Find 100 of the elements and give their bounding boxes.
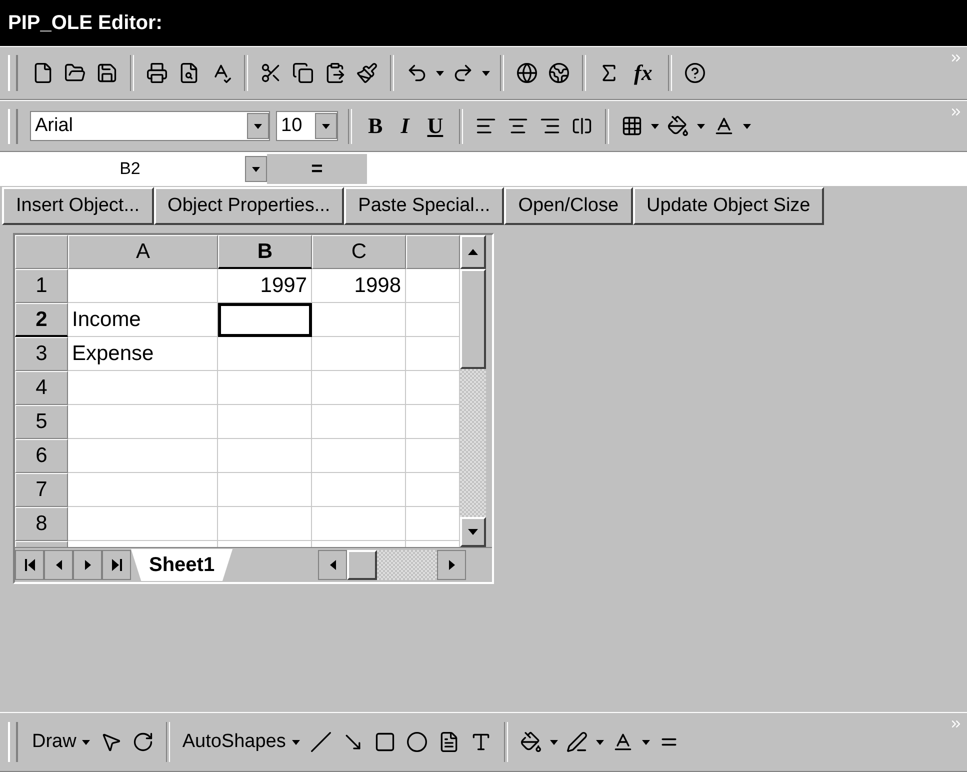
dropdown-button[interactable] <box>315 113 337 139</box>
scroll-thumb[interactable] <box>460 269 486 369</box>
table-cell[interactable] <box>68 439 218 473</box>
print-button[interactable] <box>144 60 170 86</box>
table-cell[interactable] <box>312 439 406 473</box>
caret-icon <box>82 740 90 744</box>
command-button[interactable]: Open/Close <box>504 187 633 225</box>
caret-icon <box>482 70 490 76</box>
caret-icon <box>292 740 300 744</box>
row-header[interactable]: 5 <box>15 405 68 439</box>
table-cell[interactable] <box>68 507 218 541</box>
caret-icon <box>697 124 706 128</box>
draw-menu-button[interactable]: Draw <box>30 729 92 755</box>
scroll-left-button[interactable] <box>318 550 347 580</box>
table-cell[interactable] <box>218 371 312 405</box>
web-toolbar-icon <box>548 62 570 84</box>
table-cell[interactable] <box>218 507 312 541</box>
redo-icon <box>452 62 474 84</box>
right-arrow-icon <box>446 559 456 571</box>
table-cell[interactable] <box>68 405 218 439</box>
row-header[interactable]: 8 <box>15 507 68 541</box>
column-header[interactable]: B <box>218 235 312 269</box>
row-header[interactable]: 7 <box>15 473 68 507</box>
preview-icon <box>178 62 200 84</box>
scroll-right-button[interactable] <box>437 550 466 580</box>
table-cell[interactable] <box>312 405 406 439</box>
toolbar-grip[interactable] <box>8 722 18 762</box>
print-icon <box>146 62 168 84</box>
sheet-tab[interactable]: Sheet1 <box>131 549 233 581</box>
table-cell[interactable] <box>68 269 218 303</box>
column-header[interactable]: A <box>68 235 218 269</box>
command-button[interactable]: Paste Special... <box>344 187 504 225</box>
web-button[interactable] <box>514 60 540 86</box>
caret-icon <box>254 124 262 128</box>
scroll-thumb[interactable] <box>347 550 377 580</box>
table-cell[interactable] <box>218 405 312 439</box>
row-header[interactable]: 2 <box>15 303 68 337</box>
last-icon <box>112 559 122 571</box>
table-cell[interactable] <box>312 507 406 541</box>
table-cell[interactable] <box>312 371 406 405</box>
table-cell[interactable]: 1998 <box>312 269 406 303</box>
bold-button[interactable]: B <box>362 113 389 139</box>
size-field[interactable]: 10 <box>276 111 338 141</box>
table-cell[interactable]: Expense <box>68 337 218 371</box>
command-button[interactable]: Object Properties... <box>154 187 344 225</box>
format-painter-button[interactable] <box>354 60 380 86</box>
table-cell[interactable] <box>218 303 312 337</box>
fill-color-icon <box>667 115 690 137</box>
caret-icon <box>322 124 330 128</box>
caret-icon <box>642 740 650 744</box>
first-sheet-button[interactable] <box>15 550 44 580</box>
table-cell[interactable]: 1997 <box>218 269 312 303</box>
first-icon <box>24 559 34 571</box>
toolbar-grip[interactable] <box>8 108 18 144</box>
scroll-up-button[interactable] <box>460 235 486 269</box>
new-icon <box>32 62 54 84</box>
name-box[interactable]: B2 <box>15 154 245 184</box>
row-header[interactable]: 3 <box>15 337 68 371</box>
previous-sheet-button[interactable] <box>44 550 73 580</box>
table-cell[interactable] <box>218 439 312 473</box>
command-button[interactable]: Insert Object... <box>2 187 154 225</box>
row-header[interactable]: 4 <box>15 371 68 405</box>
column-header[interactable] <box>406 235 460 269</box>
table-cell[interactable]: Income <box>68 303 218 337</box>
equals-button[interactable]: = <box>267 154 367 184</box>
free-rotate-icon <box>132 731 154 753</box>
table-cell[interactable] <box>312 303 406 337</box>
next-sheet-button[interactable] <box>73 550 102 580</box>
last-sheet-button[interactable] <box>102 550 131 580</box>
table-cell[interactable] <box>218 337 312 371</box>
table-cell[interactable] <box>312 337 406 371</box>
oval-icon <box>406 731 428 753</box>
italic-button[interactable]: I <box>394 113 416 139</box>
cut-icon <box>260 62 282 84</box>
table-cell[interactable] <box>312 473 406 507</box>
font-field[interactable]: Arial <box>30 111 270 141</box>
table-cell[interactable] <box>68 371 218 405</box>
autoshapes-menu-button[interactable]: AutoShapes <box>180 729 302 755</box>
column-header[interactable]: C <box>312 235 406 269</box>
dropdown-button[interactable] <box>247 113 269 139</box>
format-painter-icon <box>356 62 378 84</box>
command-button[interactable]: Update Object Size <box>632 187 824 225</box>
scroll-down-button[interactable] <box>460 517 486 547</box>
corner-cell[interactable] <box>15 235 68 269</box>
table-cell[interactable] <box>218 473 312 507</box>
dropdown-button[interactable] <box>245 156 267 182</box>
function-button[interactable]: fx <box>628 60 658 86</box>
right-arrow-icon <box>82 559 92 571</box>
caret-icon <box>651 124 660 128</box>
row-header[interactable]: 1 <box>15 269 68 303</box>
underline-button[interactable]: U <box>421 113 450 139</box>
left-arrow-icon <box>54 559 64 571</box>
row-header[interactable]: 6 <box>15 439 68 473</box>
line-color-icon <box>566 731 588 753</box>
web-toolbar-button[interactable] <box>546 60 572 86</box>
undo-icon <box>406 62 428 84</box>
table-cell[interactable] <box>68 473 218 507</box>
copy-button[interactable] <box>290 60 316 86</box>
toolbar-grip[interactable] <box>8 54 18 92</box>
merge-center-icon <box>571 115 594 137</box>
